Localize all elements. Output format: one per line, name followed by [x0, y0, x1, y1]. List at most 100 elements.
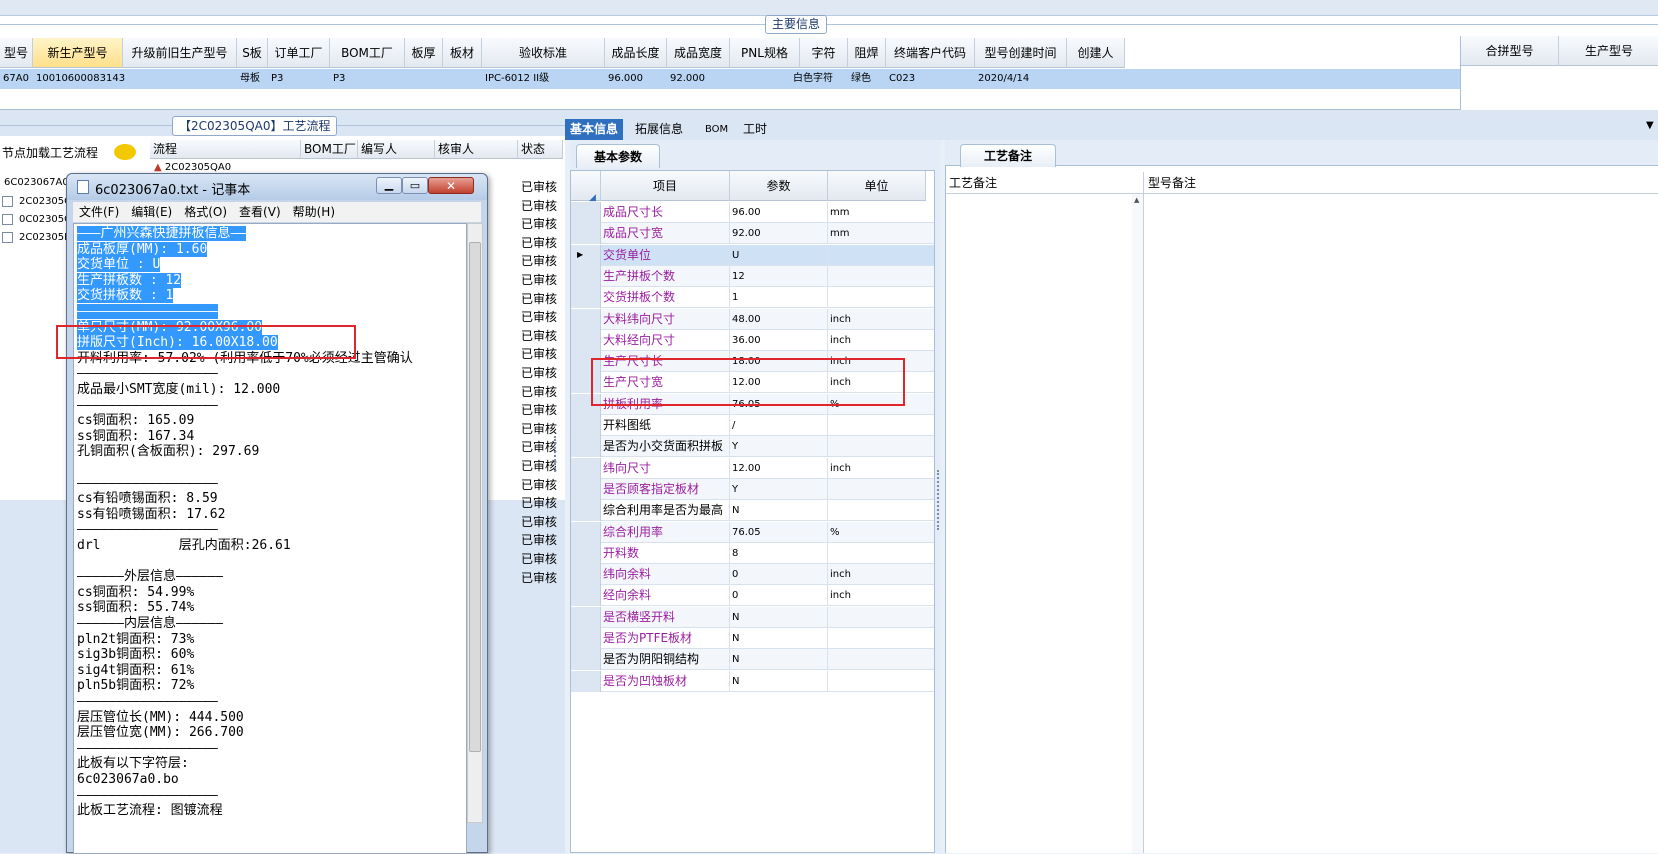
maximize-button[interactable]: ▭	[402, 177, 428, 194]
checkbox-icon[interactable]	[2, 213, 13, 225]
row-selector[interactable]	[571, 628, 601, 649]
row-selector[interactable]	[571, 606, 601, 628]
row-selector[interactable]	[571, 265, 601, 287]
model-remarks-textarea[interactable]	[1145, 194, 1658, 853]
main-header-3[interactable]: S板	[237, 38, 268, 68]
param-value[interactable]: N	[730, 649, 828, 671]
unit-header[interactable]: 单位	[828, 171, 926, 201]
main-row-cell-10[interactable]: 92.000	[667, 69, 705, 89]
row-selector[interactable]	[571, 542, 601, 564]
row-selector[interactable]	[571, 329, 601, 351]
main-row-cell-5[interactable]: P3	[330, 69, 345, 89]
param-value[interactable]: 0	[730, 585, 828, 607]
row-selector[interactable]	[571, 478, 601, 500]
row-selector[interactable]	[571, 521, 601, 543]
close-button[interactable]: ✕	[428, 177, 474, 194]
row-selector[interactable]	[571, 287, 601, 309]
param-value[interactable]: 12	[730, 265, 828, 287]
flow-header[interactable]: 流程	[150, 140, 301, 159]
param-value[interactable]: 12.00	[730, 457, 828, 479]
comment-bubble-icon[interactable]	[114, 144, 136, 160]
row-selector[interactable]	[571, 500, 601, 522]
vertical-splitter-grip[interactable]	[554, 436, 560, 472]
tab-process-remarks[interactable]: 工艺备注	[960, 144, 1056, 167]
tab-extended-info[interactable]: 拓展信息	[630, 119, 688, 140]
row-selector[interactable]	[571, 670, 601, 692]
param-value[interactable]: 96.00	[730, 202, 828, 223]
main-row-cell-15[interactable]: 2020/4/14	[975, 69, 1029, 89]
row-selector[interactable]	[571, 308, 601, 330]
param-value[interactable]: /	[730, 415, 828, 436]
row-selector[interactable]	[571, 436, 601, 458]
main-row-cell-14[interactable]: C023	[886, 69, 915, 89]
tab-work-hours[interactable]: 工时	[738, 119, 772, 140]
main-row-cell-8[interactable]: IPC-6012 II级	[482, 69, 549, 89]
process-remarks-scrollbar[interactable]: ▲	[1132, 194, 1144, 853]
main-header-4[interactable]: 订单工厂	[268, 38, 330, 68]
param-value[interactable]: 92.00	[730, 223, 828, 245]
row-selector[interactable]	[571, 457, 601, 479]
notepad-vertical-scrollbar[interactable]	[467, 223, 483, 823]
main-header-10[interactable]: 成品宽度	[667, 38, 730, 68]
param-value[interactable]: N	[730, 606, 828, 628]
main-row-cell-6[interactable]	[405, 69, 408, 89]
row-selector[interactable]	[571, 415, 601, 436]
param-value[interactable]: Y	[730, 478, 828, 500]
scroll-thumb[interactable]	[469, 242, 481, 752]
row-selector[interactable]	[571, 202, 601, 223]
main-row-cell-4[interactable]: P3	[268, 69, 283, 89]
tree-item[interactable]: 6C023067A0	[4, 174, 69, 192]
param-header[interactable]: 参数	[730, 171, 828, 201]
item-header[interactable]: 项目	[601, 171, 730, 201]
row-selector[interactable]	[571, 223, 601, 245]
main-row-cell-11[interactable]	[730, 69, 733, 89]
minimize-button[interactable]: ▁	[376, 177, 402, 194]
writer-header[interactable]: 编写人	[358, 140, 435, 159]
main-header-14[interactable]: 终端客户代码	[886, 38, 975, 68]
row-selector[interactable]	[571, 649, 601, 671]
main-header-2[interactable]: 升级前旧生产型号	[123, 38, 237, 68]
menu-file[interactable]: 文件(F)	[79, 205, 119, 219]
param-value[interactable]: 48.00	[730, 308, 828, 330]
main-row-cell-2[interactable]	[123, 69, 126, 89]
center-splitter-grip[interactable]	[937, 470, 941, 530]
main-row-cell-13[interactable]: 绿色	[848, 69, 871, 89]
param-value[interactable]: 76.05	[730, 521, 828, 543]
main-row-cell-0[interactable]: 67A0	[0, 69, 29, 89]
notepad-titlebar[interactable]: 6c023067a0.txt - 记事本 ▁ ▭ ✕	[67, 174, 487, 200]
production-model-header[interactable]: 生产型号	[1559, 36, 1658, 66]
main-row-cell-16[interactable]	[1067, 69, 1070, 89]
checkbox-icon[interactable]	[2, 231, 13, 243]
tab-dropdown-icon[interactable]: ▼	[1646, 120, 1654, 131]
main-row-cell-7[interactable]	[443, 69, 446, 89]
main-header-13[interactable]: 阻焊	[848, 38, 886, 68]
tab-basic-info[interactable]: 基本信息	[565, 119, 624, 140]
param-value[interactable]: 1	[730, 287, 828, 309]
notepad-text-area[interactable]: ———广州兴森快捷拼板信息—— 成品板厚(MM): 1.60 交货单位 : U 生产拼…	[73, 223, 467, 854]
checkbox-icon[interactable]	[2, 195, 13, 207]
main-header-6[interactable]: 板厚	[405, 38, 443, 68]
notepad-window[interactable]: 6c023067a0.txt - 记事本 ▁ ▭ ✕ 文件(F) 编辑(E) 格式(…	[66, 173, 488, 854]
param-value[interactable]: N	[730, 628, 828, 649]
scroll-up-icon[interactable]: ▲	[1134, 196, 1139, 204]
main-row-cell-9[interactable]: 96.000	[605, 69, 643, 89]
param-value[interactable]: 8	[730, 542, 828, 564]
merge-model-header[interactable]: 合拼型号	[1461, 36, 1559, 66]
main-header-1[interactable]: 新生产型号	[33, 38, 123, 68]
main-header-12[interactable]: 字符	[800, 38, 848, 68]
param-value[interactable]: N	[730, 500, 828, 522]
tab-basic-params[interactable]: 基本参数	[576, 144, 660, 168]
row-selector[interactable]	[571, 585, 601, 607]
main-row-cell-3[interactable]: 母板	[237, 69, 260, 89]
tree-item[interactable]: 0C02305G	[2, 211, 72, 229]
param-value[interactable]: U	[730, 244, 828, 266]
tab-bom[interactable]: BOM	[700, 119, 733, 140]
main-row-cell-12[interactable]: 白色字符	[790, 69, 833, 89]
tree-item[interactable]: 2C02305Q	[2, 193, 72, 211]
main-row-cell-1[interactable]: 10010600083143	[33, 69, 125, 89]
status-header[interactable]: 状态	[518, 140, 563, 159]
reviewer-header[interactable]: 核审人	[435, 140, 518, 159]
menu-view[interactable]: 查看(V)	[239, 205, 281, 219]
menu-edit[interactable]: 编辑(E)	[131, 205, 172, 219]
param-value[interactable]: 36.00	[730, 329, 828, 351]
